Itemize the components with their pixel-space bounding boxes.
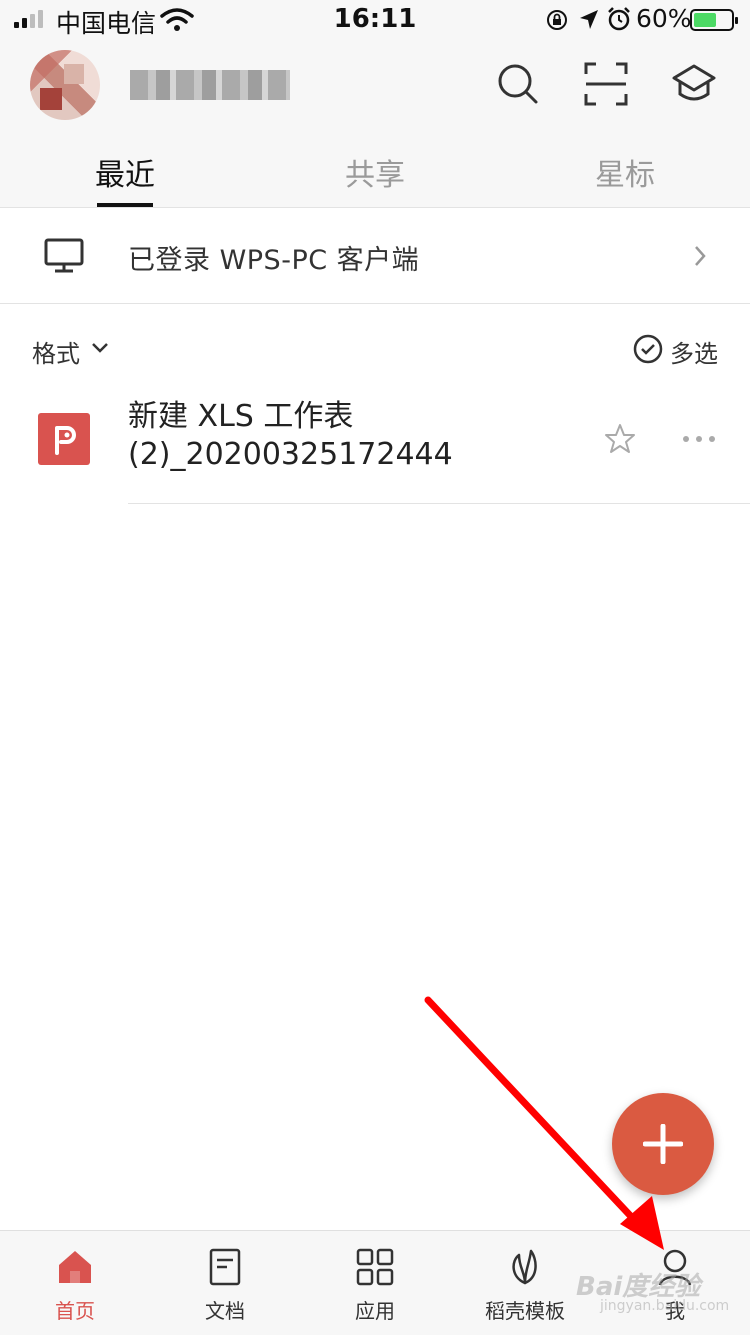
more-options-icon[interactable] bbox=[682, 434, 716, 444]
file-divider bbox=[128, 503, 750, 504]
alarm-icon bbox=[608, 7, 630, 31]
tab-starred[interactable]: 星标 bbox=[550, 150, 700, 194]
pc-login-label: 已登录 WPS-PC 客户端 bbox=[128, 245, 420, 276]
nav-documents[interactable]: 文档 bbox=[150, 1231, 300, 1335]
username-blurred bbox=[130, 70, 290, 100]
watermark-url: jingyan.baidu.com bbox=[600, 1298, 730, 1314]
chevron-down-icon[interactable] bbox=[90, 340, 110, 356]
plus-icon bbox=[643, 1124, 683, 1164]
star-icon[interactable] bbox=[603, 422, 637, 456]
tab-shared[interactable]: 共享 bbox=[300, 150, 450, 194]
status-bar: 中国电信 16:11 60% bbox=[0, 0, 750, 40]
file-name: 新建 XLS 工作表 (2)_20200325172444 bbox=[128, 398, 598, 474]
pc-login-row[interactable]: 已登录 WPS-PC 客户端 bbox=[0, 208, 750, 304]
check-circle-icon[interactable] bbox=[632, 333, 664, 365]
file-name-line2: (2)_20200325172444 bbox=[128, 437, 453, 472]
tab-recent[interactable]: 最近 bbox=[50, 150, 200, 194]
nav-apps-label: 应用 bbox=[355, 1299, 395, 1323]
battery-percent: 60% bbox=[636, 4, 692, 33]
leaf-icon bbox=[512, 1249, 537, 1285]
scan-icon[interactable] bbox=[582, 60, 630, 108]
battery-fill bbox=[694, 13, 716, 27]
apps-grid-icon bbox=[356, 1248, 394, 1286]
chevron-right-icon bbox=[695, 246, 706, 266]
rotation-lock-icon bbox=[547, 10, 567, 30]
search-icon[interactable] bbox=[494, 60, 542, 108]
wps-presentation-icon bbox=[38, 413, 90, 465]
add-button[interactable] bbox=[612, 1093, 714, 1195]
format-filter[interactable]: 格式 bbox=[32, 334, 80, 369]
nav-apps[interactable]: 应用 bbox=[300, 1231, 450, 1335]
nav-home[interactable]: 首页 bbox=[0, 1231, 150, 1335]
document-icon bbox=[209, 1248, 241, 1286]
monitor-icon bbox=[44, 238, 84, 273]
location-icon bbox=[580, 10, 598, 29]
file-type-glyph bbox=[55, 426, 76, 455]
home-icon bbox=[59, 1251, 91, 1283]
pc-row-divider bbox=[0, 303, 750, 304]
nav-home-label: 首页 bbox=[55, 1299, 95, 1323]
avatar[interactable] bbox=[30, 50, 100, 120]
multi-select-button[interactable]: 多选 bbox=[670, 334, 718, 369]
battery-icon bbox=[690, 9, 738, 31]
file-name-line1: 新建 XLS 工作表 bbox=[128, 399, 354, 434]
nav-documents-label: 文档 bbox=[205, 1299, 245, 1323]
graduation-cap-icon[interactable] bbox=[670, 60, 718, 108]
